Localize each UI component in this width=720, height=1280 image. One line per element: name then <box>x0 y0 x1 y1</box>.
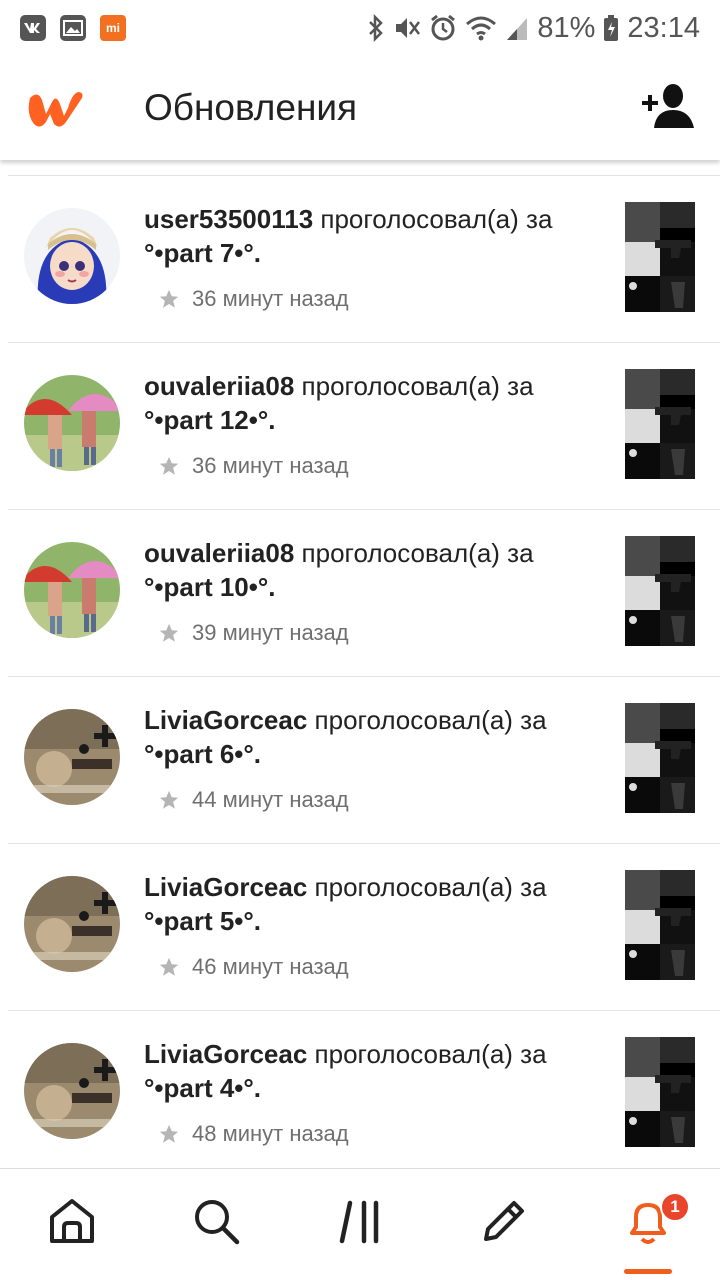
user-avatar[interactable] <box>24 876 120 972</box>
story-cover-thumbnail[interactable] <box>625 202 695 312</box>
action-text: проголосовал(а) за <box>307 872 547 902</box>
notification-item[interactable]: user53500113 проголосовал(а) за °•part 7… <box>0 176 720 343</box>
username-link[interactable]: user53500113 <box>144 204 313 234</box>
timestamp: 48 минут назад <box>158 1121 349 1147</box>
story-cover-thumbnail[interactable] <box>625 1037 695 1147</box>
notification-badge: 1 <box>660 1192 690 1222</box>
story-cover-thumbnail[interactable] <box>625 703 695 813</box>
signal-icon <box>507 18 528 40</box>
user-avatar[interactable] <box>24 542 120 638</box>
action-text: проголосовал(а) за <box>294 538 534 568</box>
user-avatar[interactable] <box>24 709 120 805</box>
star-icon <box>159 790 179 809</box>
clock: 23:14 <box>627 11 700 44</box>
time-text: 39 минут назад <box>192 620 349 645</box>
bottom-navigation <box>0 1168 720 1280</box>
user-avatar[interactable] <box>24 375 120 471</box>
home-icon[interactable] <box>46 1195 98 1247</box>
notification-item[interactable]: LiviaGorceac проголосовал(а) за °•part 4… <box>0 1011 720 1168</box>
notification-item[interactable]: LiviaGorceac проголосовал(а) за °•part 5… <box>0 844 720 1011</box>
timestamp: 36 минут назад <box>158 286 349 312</box>
username-link[interactable]: LiviaGorceac <box>144 1039 307 1069</box>
status-bar: mi 81% 23:14 <box>0 0 720 56</box>
username-link[interactable]: ouvaleriia08 <box>144 371 294 401</box>
username-link[interactable]: ouvaleriia08 <box>144 538 294 568</box>
timestamp: 44 минут назад <box>158 787 349 813</box>
action-text: проголосовал(а) за <box>307 1039 547 1069</box>
mute-icon <box>396 18 421 38</box>
notification-text: LiviaGorceac проголосовал(а) за °•part 6… <box>144 703 604 771</box>
time-text: 44 минут назад <box>192 787 349 812</box>
bluetooth-icon <box>369 14 384 42</box>
user-avatar[interactable] <box>24 208 120 304</box>
search-icon[interactable] <box>190 1195 242 1247</box>
story-link[interactable]: °•part 12•°. <box>144 403 604 437</box>
time-text: 36 минут назад <box>192 453 349 478</box>
username-link[interactable]: LiviaGorceac <box>144 705 307 735</box>
action-text: проголосовал(а) за <box>294 371 534 401</box>
time-text: 48 минут назад <box>192 1121 349 1146</box>
action-text: проголосовал(а) за <box>307 705 547 735</box>
notification-item[interactable]: LiviaGorceac проголосовал(а) за °•part 6… <box>0 677 720 844</box>
timestamp: 36 минут назад <box>158 453 349 479</box>
time-text: 46 минут назад <box>192 954 349 979</box>
page-title: Обновления <box>144 87 358 128</box>
username-link[interactable]: LiviaGorceac <box>144 872 307 902</box>
wifi-icon <box>466 16 497 41</box>
notification-text: ouvaleriia08 проголосовал(а) за °•part 1… <box>144 369 604 437</box>
library-icon[interactable] <box>336 1195 388 1247</box>
notification-feed[interactable]: user53500113 проголосовал(а) за °•part 7… <box>0 160 720 1168</box>
notification-text: user53500113 проголосовал(а) за °•part 7… <box>144 202 604 270</box>
story-cover-thumbnail[interactable] <box>625 536 695 646</box>
alarm-icon <box>431 14 456 41</box>
notification-text: LiviaGorceac проголосовал(а) за °•part 4… <box>144 1037 604 1105</box>
story-link[interactable]: °•part 6•°. <box>144 737 604 771</box>
timestamp: 46 минут назад <box>158 954 349 980</box>
action-text: проголосовал(а) за <box>313 204 553 234</box>
star-icon <box>159 623 179 642</box>
story-cover-thumbnail[interactable] <box>625 870 695 980</box>
write-icon[interactable] <box>478 1195 530 1247</box>
wattpad-logo-icon[interactable] <box>24 84 86 132</box>
time-text: 36 минут назад <box>192 286 349 311</box>
star-icon <box>159 456 179 475</box>
active-tab-indicator <box>624 1269 672 1274</box>
notification-text: LiviaGorceac проголосовал(а) за °•part 5… <box>144 870 604 938</box>
user-avatar[interactable] <box>24 1043 120 1139</box>
add-friend-icon[interactable] <box>640 82 696 130</box>
story-link[interactable]: °•part 5•°. <box>144 904 604 938</box>
battery-percent: 81% <box>537 11 596 44</box>
story-link[interactable]: °•part 7•°. <box>144 236 604 270</box>
gallery-icon <box>60 15 86 41</box>
star-icon <box>159 1124 179 1143</box>
app-bar: Обновления <box>0 56 720 160</box>
star-icon <box>159 289 179 308</box>
notification-item[interactable]: ouvaleriia08 проголосовал(а) за °•part 1… <box>0 510 720 677</box>
vk-icon <box>20 15 46 41</box>
timestamp: 39 минут назад <box>158 620 349 646</box>
story-cover-thumbnail[interactable] <box>625 369 695 479</box>
story-link[interactable]: °•part 10•°. <box>144 570 604 604</box>
mi-icon: mi <box>100 15 126 41</box>
star-icon <box>159 957 179 976</box>
story-link[interactable]: °•part 4•°. <box>144 1071 604 1105</box>
battery-icon <box>604 15 619 41</box>
notification-text: ouvaleriia08 проголосовал(а) за °•part 1… <box>144 536 604 604</box>
notification-item[interactable]: ouvaleriia08 проголосовал(а) за °•part 1… <box>0 343 720 510</box>
